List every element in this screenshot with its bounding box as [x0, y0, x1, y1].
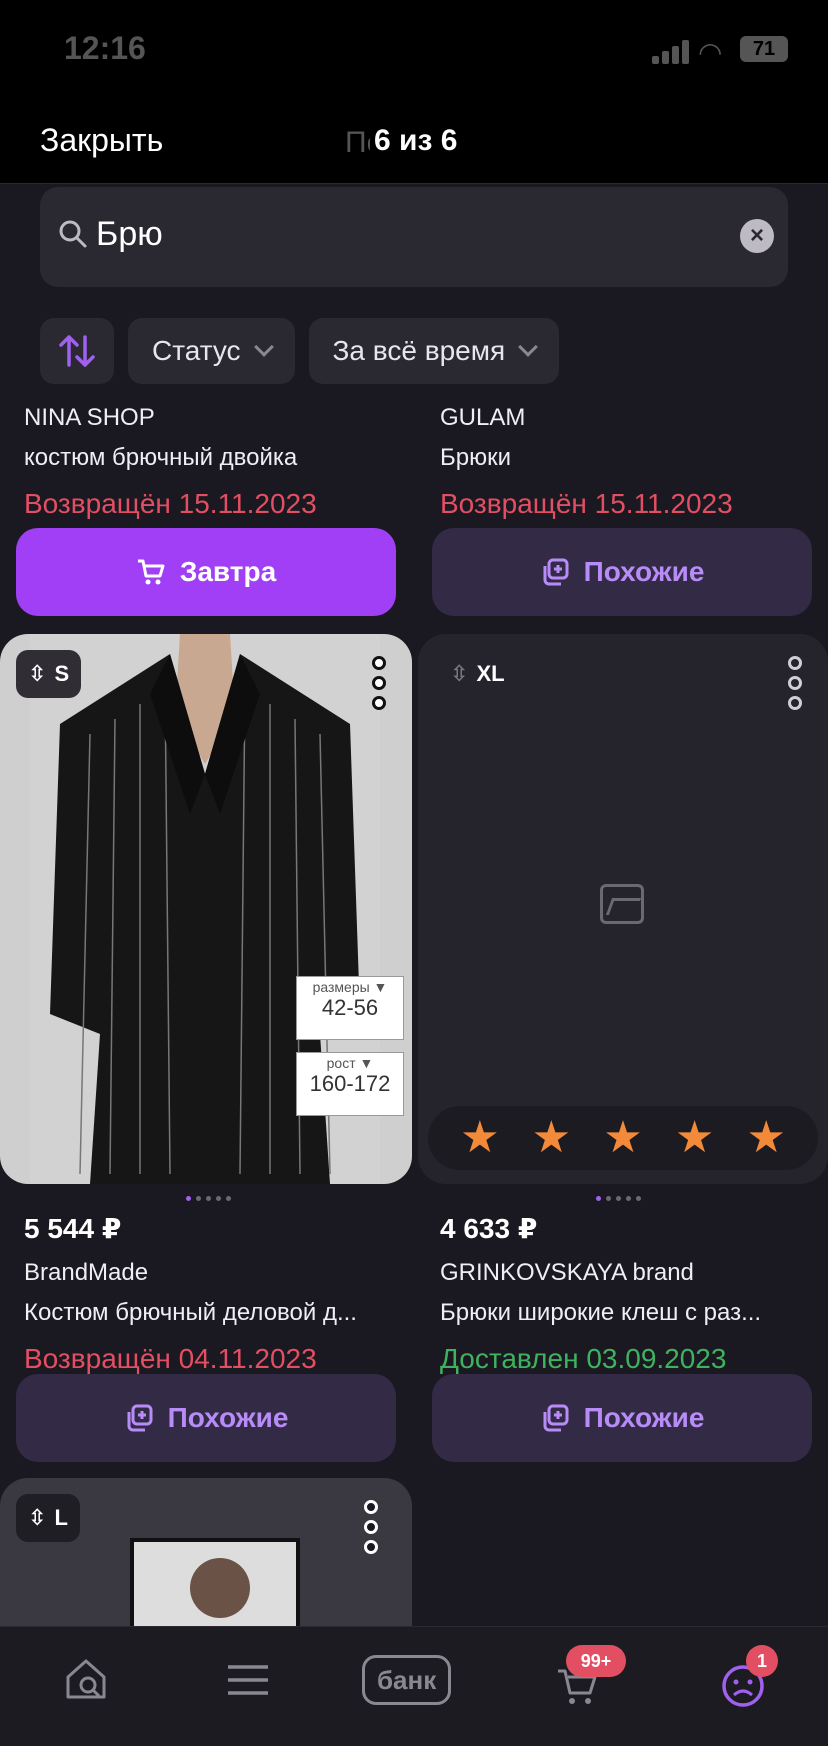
clear-search-icon[interactable]: ×	[740, 219, 774, 253]
status-time: 12:16	[64, 30, 146, 66]
product-brand: NINA SHOP	[24, 404, 155, 431]
button-label: Похожие	[583, 556, 705, 587]
cart-icon	[137, 559, 165, 585]
tab-bank[interactable]: банк	[362, 1655, 452, 1705]
size-value: L	[54, 1505, 68, 1530]
sizes-tag-value: 42-56	[321, 995, 379, 1020]
product-name: Костюм брючный деловой д...	[24, 1299, 357, 1326]
tab-bar: банк 99+ 1	[0, 1626, 828, 1746]
close-button[interactable]: Закрыть	[40, 122, 163, 159]
similar-icon	[127, 1404, 153, 1432]
product-brand: GRINKOVSKAYA brand	[440, 1259, 694, 1286]
product-info: NINA SHOP костюм брючный двойка Возвращё…	[24, 404, 420, 520]
star-icon: ★	[746, 1113, 786, 1162]
button-label: Похожие	[167, 1402, 289, 1433]
product-brand: GULAM	[440, 404, 526, 431]
wifi-icon: ◠	[698, 37, 723, 68]
size-icon: ⇳	[450, 661, 469, 686]
size-badge: ⇳ XL	[438, 650, 517, 698]
similar-icon	[543, 1404, 569, 1432]
carousel-dots	[186, 1196, 231, 1204]
order-status: Возвращён 15.11.2023	[440, 488, 733, 519]
similar-button[interactable]: Похожие	[16, 1374, 396, 1462]
product-info: 4 633 ₽ GRINKOVSKAYA brand Брюки широкие…	[440, 1212, 828, 1375]
search-query: Брю	[96, 215, 163, 253]
image-placeholder-icon	[600, 884, 644, 924]
rating-stars: ★ ★ ★ ★ ★	[428, 1106, 818, 1170]
sizes-tag: размеры ▼ 42-56	[296, 976, 404, 1040]
similar-button[interactable]: Похожие	[432, 1374, 812, 1462]
star-icon: ★	[603, 1113, 643, 1162]
tab-catalog-icon[interactable]	[226, 1663, 270, 1697]
product-image[interactable]: ⇳ S размеры ▼ 42-56 рост ▼ 160-172	[0, 634, 412, 1184]
sizes-tag-label: размеры ▼	[312, 979, 388, 995]
product-photo	[190, 1558, 250, 1618]
size-icon: ⇳	[28, 661, 47, 686]
product-name: Брюки широкие клеш с раз...	[440, 1299, 762, 1326]
similar-icon	[543, 558, 569, 586]
cart-badge: 99+	[566, 1645, 626, 1677]
chevron-down-icon	[518, 337, 539, 357]
button-label: Завтра	[179, 556, 277, 587]
more-options-icon[interactable]	[364, 1500, 378, 1554]
order-status: Возвращён 15.11.2023	[24, 488, 317, 519]
similar-button[interactable]: Похожие	[432, 528, 812, 616]
height-tag-label: рост ▼	[326, 1055, 374, 1071]
page-counter: 6 из 6	[370, 124, 462, 158]
status-filter-label: Статус	[152, 335, 241, 366]
order-status: Возвращён 04.11.2023	[24, 1343, 317, 1374]
product-info: 5 544 ₽ BrandMade Костюм брючный деловой…	[24, 1212, 420, 1375]
product-image[interactable]: ⇳ XL ★ ★ ★ ★ ★	[418, 634, 828, 1184]
star-icon: ★	[674, 1113, 715, 1162]
size-badge: ⇳ L	[16, 1494, 80, 1542]
product-name: Брюки	[440, 444, 512, 471]
sort-icon	[59, 335, 95, 367]
nav-bar: Закрыть Покупки 6 из 6	[0, 100, 828, 184]
more-options-icon[interactable]	[372, 656, 386, 710]
size-value: XL	[476, 661, 505, 686]
order-status: Доставлен 03.09.2023	[440, 1343, 727, 1374]
size-badge: ⇳ S	[16, 650, 82, 698]
product-image[interactable]: ⇳ L	[0, 1478, 412, 1628]
buy-tomorrow-button[interactable]: Завтра	[16, 528, 396, 616]
height-tag-value: 160-172	[309, 1071, 391, 1096]
signal-icon	[652, 40, 692, 64]
product-info: GULAM Брюки Возвращён 15.11.2023	[440, 404, 828, 520]
size-value: S	[54, 661, 70, 686]
chevron-down-icon	[253, 337, 274, 357]
product-name: костюм брючный двойка	[24, 444, 298, 471]
carousel-dots	[596, 1196, 641, 1204]
star-icon: ★	[531, 1113, 572, 1162]
size-icon: ⇳	[28, 1505, 47, 1530]
product-brand: BrandMade	[24, 1259, 149, 1286]
more-options-icon[interactable]	[788, 656, 802, 710]
tab-home-search-icon[interactable]	[62, 1657, 110, 1703]
status-filter[interactable]: Статус	[128, 318, 295, 384]
period-filter[interactable]: За всё время	[308, 318, 560, 384]
product-price: 4 633 ₽	[440, 1213, 538, 1244]
filter-bar: Статус За всё время	[40, 318, 560, 384]
button-label: Похожие	[583, 1402, 705, 1433]
height-tag: рост ▼ 160-172	[296, 1052, 404, 1116]
search-input[interactable]: Брю ×	[40, 187, 788, 287]
product-price: 5 544 ₽	[24, 1213, 122, 1244]
battery-icon: 71	[740, 36, 788, 62]
period-filter-label: За всё время	[332, 335, 506, 366]
search-icon	[59, 220, 87, 248]
star-icon: ★	[460, 1113, 500, 1162]
status-bar: 12:16 ◠ 71	[0, 0, 828, 100]
sort-button[interactable]	[40, 318, 114, 384]
profile-badge: 1	[746, 1645, 778, 1677]
